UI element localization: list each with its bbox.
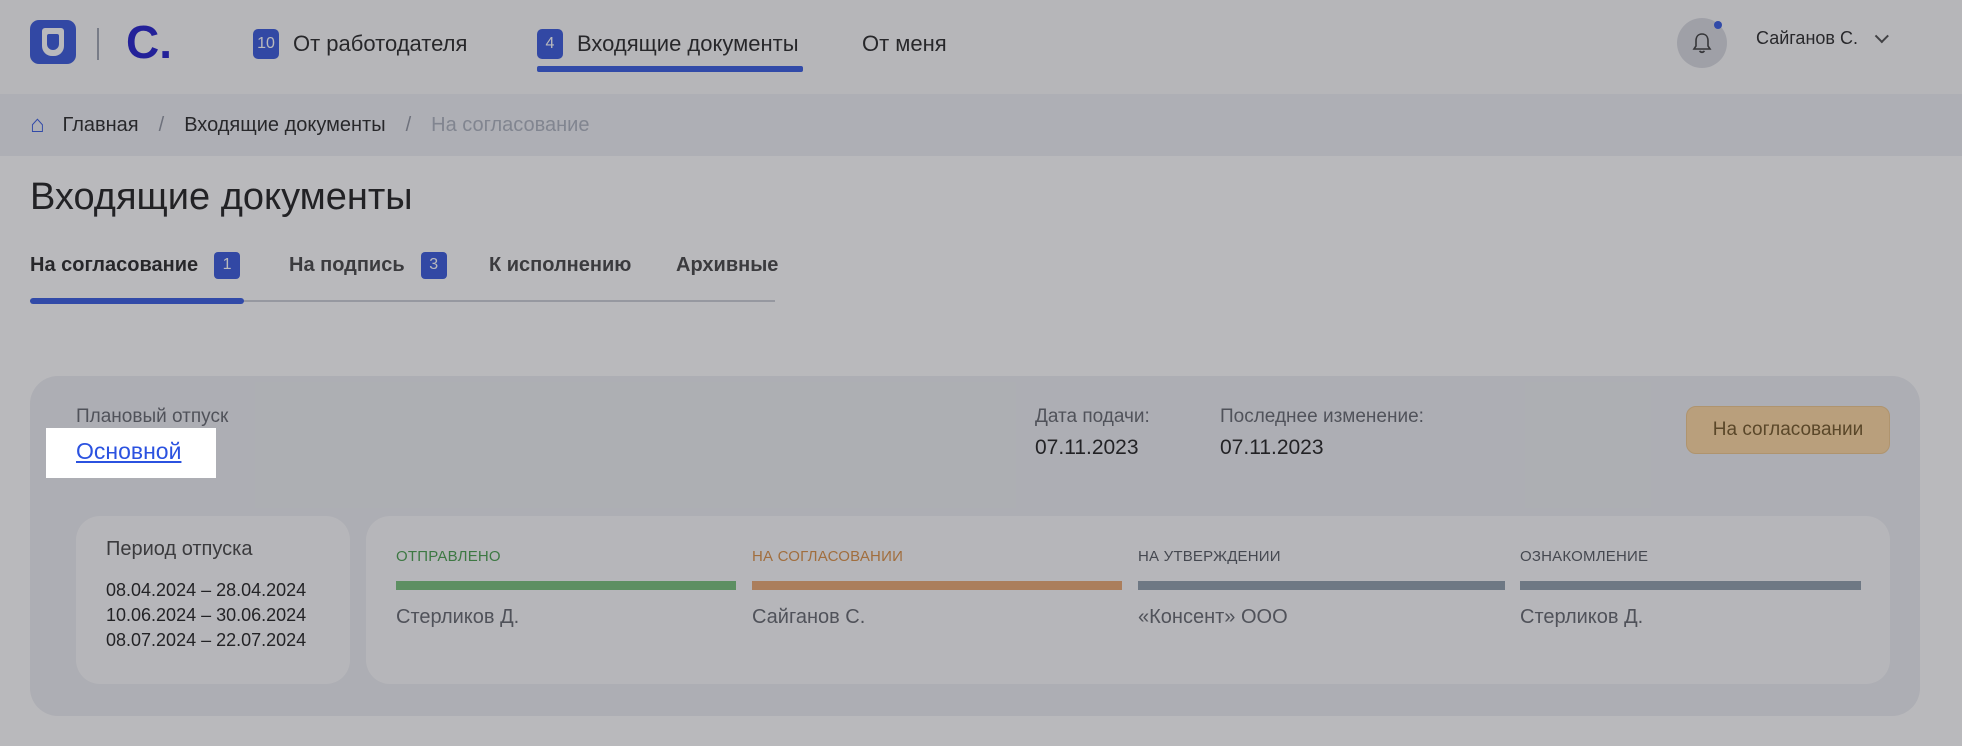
nav-label: Входящие документы bbox=[577, 31, 799, 56]
breadcrumb-home[interactable]: Главная bbox=[63, 114, 139, 137]
brand-logo-text[interactable]: С. bbox=[126, 14, 172, 70]
tab-label: На подпись bbox=[289, 253, 405, 276]
stage-confirm-bar bbox=[1138, 581, 1505, 590]
notification-dot-icon bbox=[1714, 21, 1722, 29]
modified-date-label: Последнее изменение: bbox=[1220, 406, 1424, 427]
home-icon[interactable]: ⌂ bbox=[30, 111, 45, 139]
stage-review-bar bbox=[1520, 581, 1861, 590]
stage-approval-person: Сайганов С. bbox=[752, 606, 866, 628]
nav-from-employer[interactable]: 10 От работодателя bbox=[253, 24, 467, 64]
document-type: Плановый отпуск bbox=[76, 406, 229, 427]
tab-for-signature[interactable]: На подпись 3 bbox=[289, 250, 447, 280]
tab-badge-count: 3 bbox=[420, 251, 447, 279]
breadcrumb-incoming[interactable]: Входящие документы bbox=[184, 114, 385, 137]
user-menu[interactable]: Сайганов С. bbox=[1756, 28, 1889, 49]
tab-label: На согласование bbox=[30, 253, 199, 276]
period-item: 10.06.2024 – 30.06.2024 bbox=[106, 605, 307, 625]
stage-sent-bar bbox=[396, 581, 736, 590]
tab-label: К исполнению bbox=[489, 253, 632, 276]
nav-incoming-documents[interactable]: 4 Входящие документы bbox=[537, 24, 799, 64]
status-badge: На согласовании bbox=[1686, 406, 1890, 454]
stage-approval-label: НА СОГЛАСОВАНИИ bbox=[752, 548, 904, 565]
stage-confirm-label: НА УТВЕРЖДЕНИИ bbox=[1138, 548, 1281, 565]
nav-label: От работодателя bbox=[293, 31, 468, 56]
breadcrumb-current: На согласование bbox=[431, 113, 590, 136]
tab-for-approval[interactable]: На согласование 1 bbox=[30, 250, 241, 280]
nav-active-indicator bbox=[537, 66, 803, 72]
page-title: Входящие документы bbox=[30, 176, 413, 218]
modified-date-value: 07.11.2023 bbox=[1220, 436, 1324, 459]
tab-badge-count: 1 bbox=[214, 251, 241, 279]
approval-workflow bbox=[366, 516, 1890, 684]
submitted-date-label: Дата подачи: bbox=[1035, 406, 1150, 427]
period-title: Период отпуска bbox=[106, 538, 253, 560]
logo-divider bbox=[97, 28, 99, 60]
nav-label: От меня bbox=[862, 31, 947, 56]
document-name-link[interactable]: Основной bbox=[76, 438, 181, 465]
nav-from-me[interactable]: От меня bbox=[862, 24, 947, 64]
user-name: Сайганов С. bbox=[1756, 28, 1858, 48]
breadcrumb: ⌂ Главная / Входящие документы / На согл… bbox=[0, 94, 1962, 156]
breadcrumb-separator: / bbox=[405, 113, 412, 136]
app-logo-icon[interactable] bbox=[30, 20, 76, 64]
breadcrumb-separator: / bbox=[158, 113, 165, 136]
tab-label: Архивные bbox=[676, 253, 779, 276]
stage-review-label: ОЗНАКОМЛЕНИЕ bbox=[1520, 548, 1649, 565]
nav-badge-count: 4 bbox=[537, 29, 563, 59]
stage-sent-person: Стерликов Д. bbox=[396, 606, 520, 628]
period-item: 08.07.2024 – 22.07.2024 bbox=[106, 630, 307, 650]
stage-confirm-person: «Консент» ООО bbox=[1138, 606, 1288, 628]
submitted-date-value: 07.11.2023 bbox=[1035, 436, 1139, 459]
tab-active-indicator bbox=[30, 298, 244, 304]
nav-badge-count: 10 bbox=[253, 29, 279, 59]
bell-icon bbox=[1692, 33, 1712, 54]
stage-approval-bar bbox=[752, 581, 1122, 590]
period-item: 08.04.2024 – 28.04.2024 bbox=[106, 580, 307, 600]
stage-review-person: Стерликов Д. bbox=[1520, 606, 1644, 628]
tab-for-execution[interactable]: К исполнению bbox=[489, 250, 631, 280]
tab-archived[interactable]: Архивные bbox=[676, 250, 778, 280]
stage-sent-label: ОТПРАВЛЕНО bbox=[396, 548, 501, 565]
